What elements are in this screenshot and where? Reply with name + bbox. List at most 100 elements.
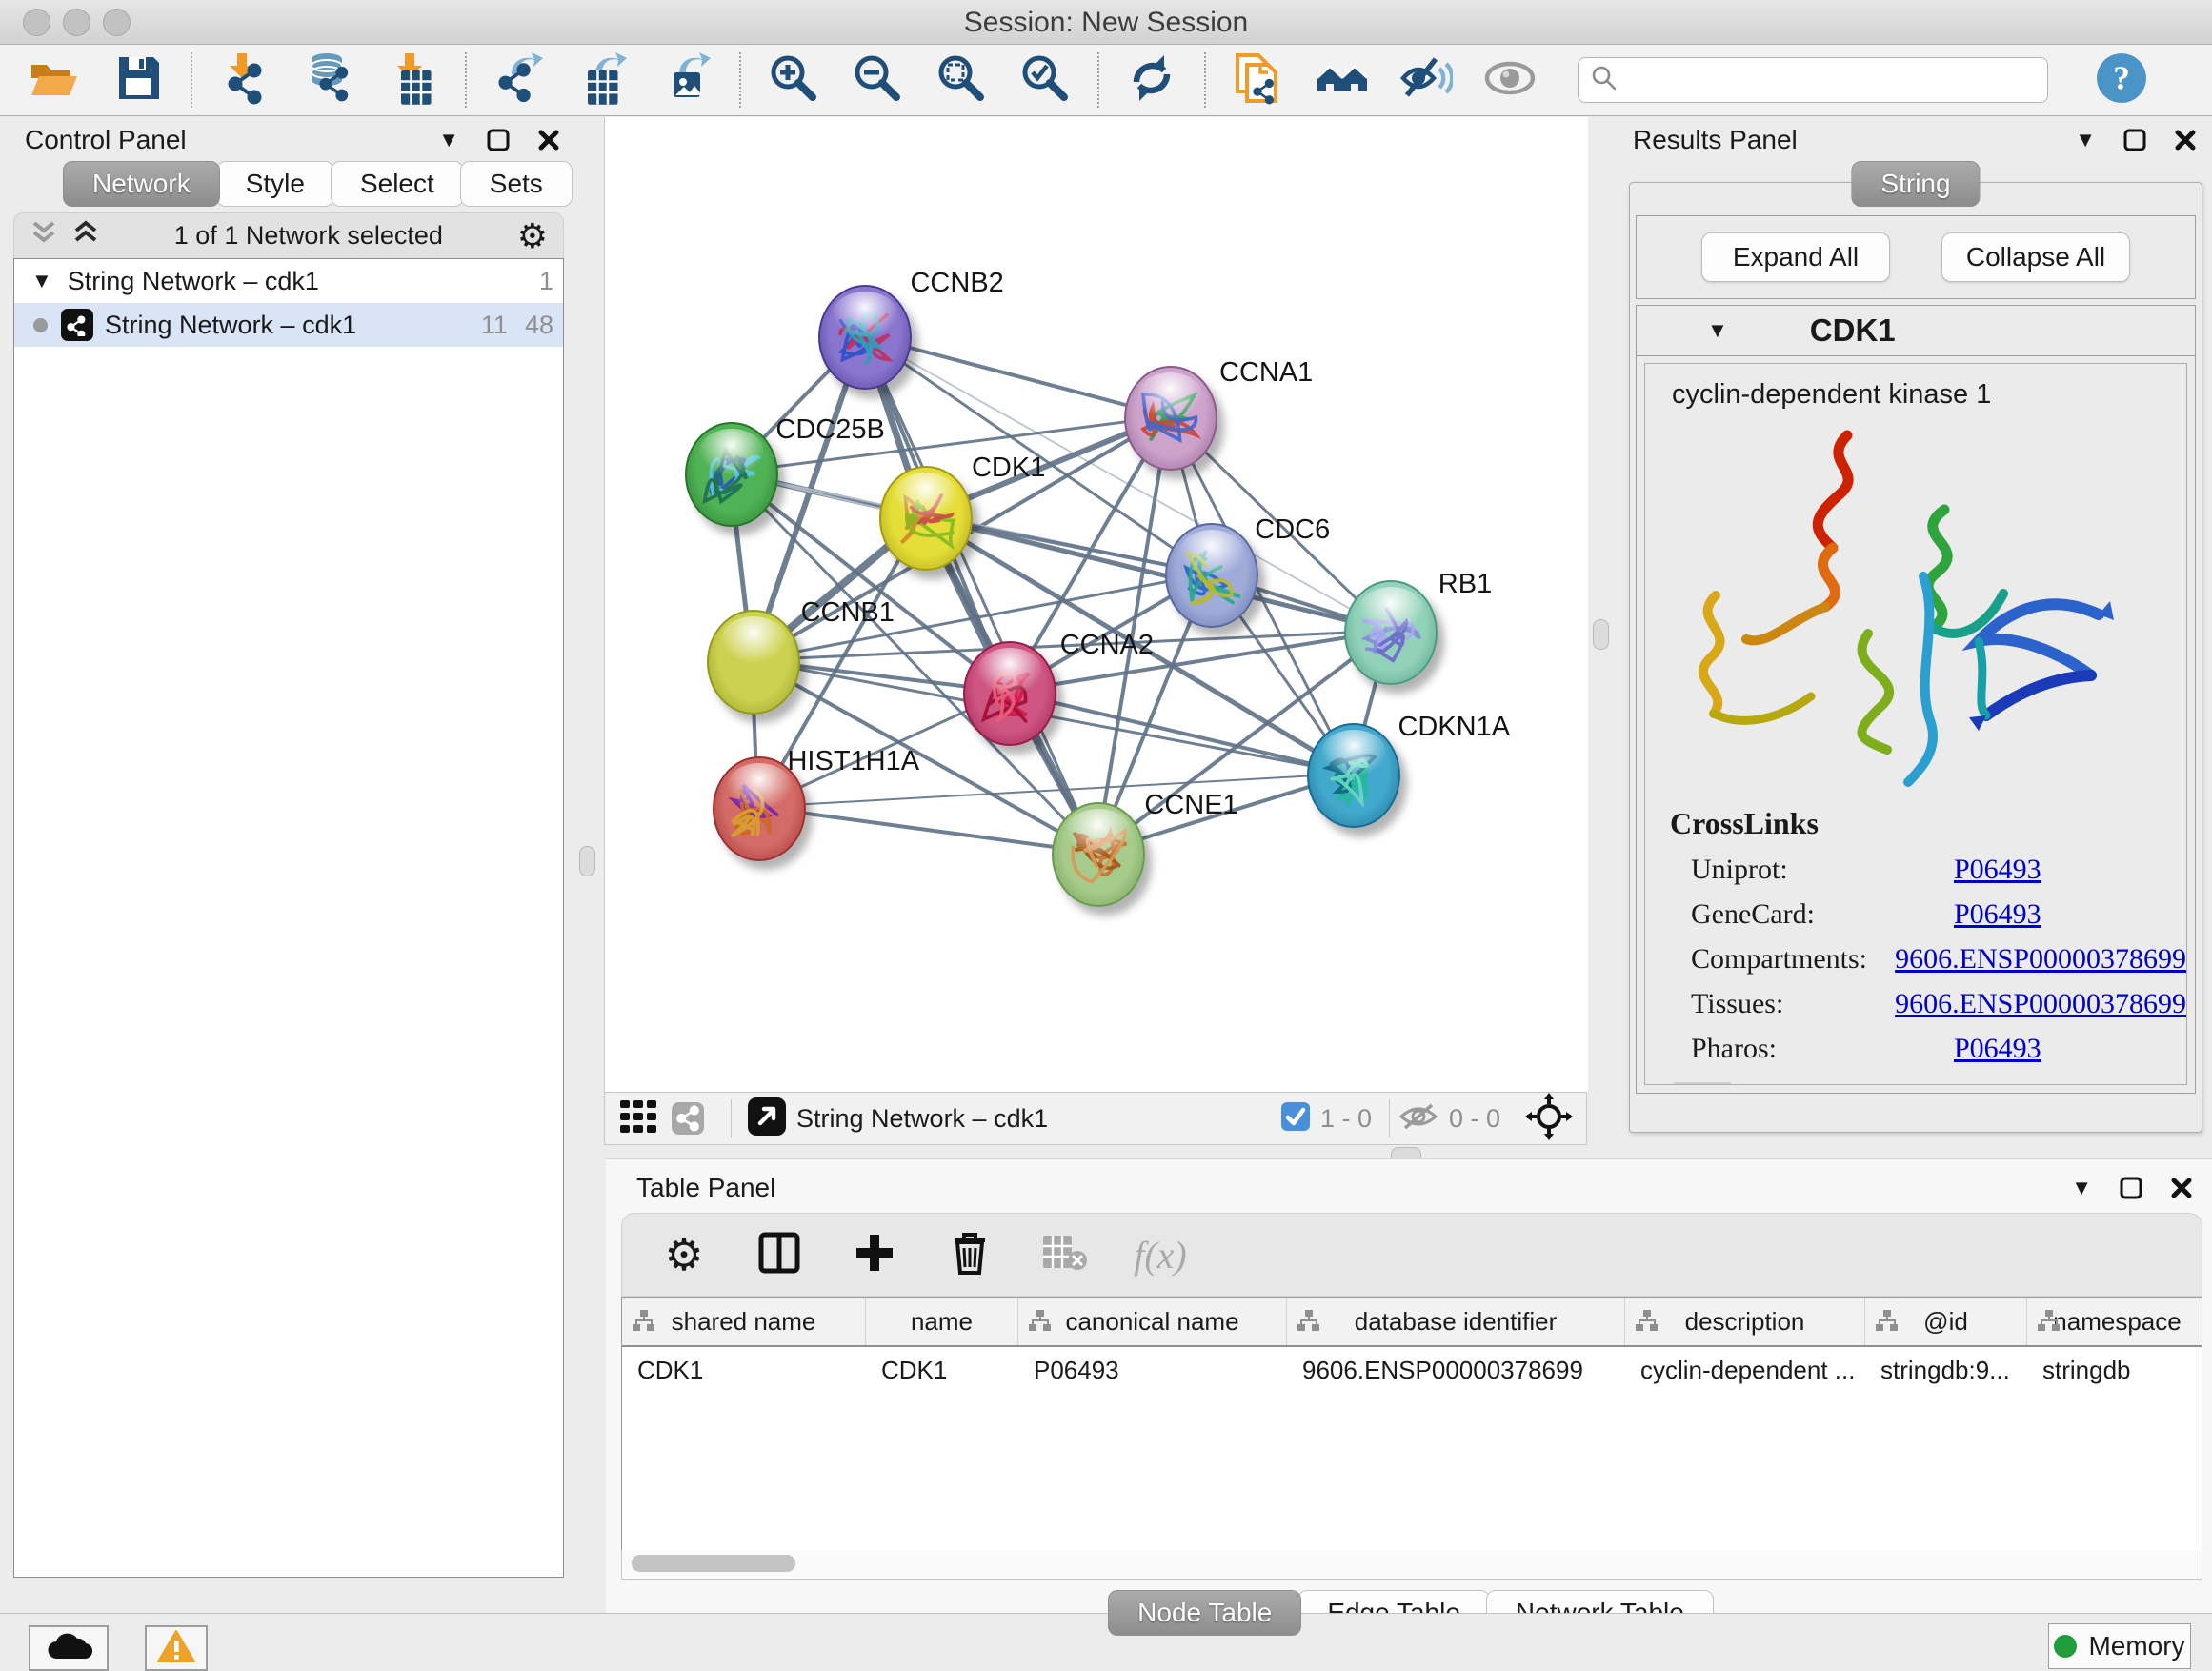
- results-panel-collapse-button[interactable]: ▼: [2075, 130, 2096, 151]
- birdseye-view-icon[interactable]: [1525, 1093, 1573, 1145]
- collection-expander-icon[interactable]: ▼: [31, 271, 52, 292]
- import-network-database-button[interactable]: [299, 50, 358, 110]
- column-header-description[interactable]: description: [1625, 1298, 1865, 1345]
- gene-section-header[interactable]: ▼ CDK1: [1637, 306, 2195, 356]
- table-row[interactable]: CDK1CDK1P064939606.ENSP00000378699cyclin…: [622, 1347, 2202, 1393]
- memory-status-dot: [2054, 1635, 2077, 1658]
- column-header-database-identifier[interactable]: database identifier: [1287, 1298, 1625, 1345]
- tab-node-table[interactable]: Node Table: [1108, 1590, 1301, 1636]
- table-settings-button[interactable]: ⚙: [656, 1227, 712, 1282]
- network-list-row[interactable]: ▼ String Network – cdk1 1: [14, 259, 563, 303]
- open-session-button[interactable]: [25, 50, 84, 110]
- import-network-database-icon: [302, 51, 355, 110]
- string-results-body: Expand All Collapse All ▼ CDK1 cyclin-de…: [1629, 182, 2202, 1133]
- import-table-button[interactable]: [383, 50, 442, 110]
- left-splitter-handle[interactable]: [579, 846, 595, 876]
- import-network-button[interactable]: [215, 50, 274, 110]
- tab-string[interactable]: String: [1851, 161, 1980, 207]
- refresh-button[interactable]: [1122, 50, 1181, 110]
- network-list-row[interactable]: String Network – cdk1 11 48: [14, 303, 563, 347]
- table-panel-close-button[interactable]: [2170, 1177, 2193, 1199]
- table-panel-float-button[interactable]: [2119, 1176, 2143, 1200]
- crosslink-label: Tissues:: [1691, 988, 1895, 1020]
- right-splitter-handle[interactable]: [1593, 619, 1609, 650]
- network-node-CCNB1[interactable]: [707, 610, 800, 715]
- selected-checkbox-icon[interactable]: [1280, 1101, 1311, 1137]
- zoom-fit-button[interactable]: [932, 50, 991, 110]
- network-options-gear-icon[interactable]: ⚙: [517, 219, 548, 253]
- column-header-namespace[interactable]: namespace: [2027, 1298, 2202, 1345]
- column-header-name[interactable]: name: [866, 1298, 1018, 1345]
- delete-column-button[interactable]: [942, 1227, 997, 1282]
- network-node-CCNA2[interactable]: [963, 641, 1056, 746]
- toolbar-separator: [739, 52, 741, 108]
- table-hscrollbar[interactable]: [621, 1550, 2202, 1580]
- network-status-dot: [33, 318, 48, 332]
- expand-all-networks-icon[interactable]: [71, 217, 100, 254]
- status-footer: Memory: [0, 1613, 2212, 1671]
- network-node-CCNE1[interactable]: [1052, 802, 1145, 907]
- network-view-canvas[interactable]: CCNB2CCNA1CDC25BCDK1CDC6RB1CCNB1CCNA2CDK…: [604, 117, 1588, 1092]
- crosslinks-scrollbar[interactable]: [1674, 1082, 1731, 1085]
- save-session-button[interactable]: [109, 50, 168, 110]
- column-header--id[interactable]: @id: [1865, 1298, 2027, 1345]
- network-node-CDC6[interactable]: [1165, 523, 1258, 628]
- network-node-CDK1[interactable]: [879, 466, 973, 571]
- crosslink-link[interactable]: 9606.ENSP00000378699: [1895, 988, 2186, 1020]
- search-input[interactable]: [1619, 60, 2047, 100]
- network-node-CCNA1[interactable]: [1124, 366, 1217, 471]
- network-share-view-icon[interactable]: [672, 1102, 704, 1135]
- network-node-CDC25B[interactable]: [685, 422, 778, 527]
- node-table: shared namenamecanonical namedatabase id…: [621, 1297, 2202, 1552]
- tab-network[interactable]: Network: [63, 161, 220, 207]
- zoom-selected-button[interactable]: [1016, 50, 1075, 110]
- crosslink-link[interactable]: P06493: [1954, 1033, 2041, 1065]
- open-in-window-icon[interactable]: [747, 1097, 787, 1141]
- grid-view-icon[interactable]: [618, 1097, 658, 1141]
- gene-collapse-icon[interactable]: ▼: [1707, 320, 1728, 341]
- network-node-CCNB2[interactable]: [818, 285, 912, 390]
- control-panel-close-button[interactable]: [537, 129, 560, 151]
- network-node-CDKN1A[interactable]: [1307, 723, 1400, 828]
- help-button[interactable]: ?: [2092, 50, 2151, 110]
- zoom-in-button[interactable]: [764, 50, 823, 110]
- crosslink-link[interactable]: P06493: [1954, 898, 2041, 931]
- zoom-out-button[interactable]: [848, 50, 907, 110]
- hidden-eye-icon[interactable]: [1398, 1099, 1439, 1138]
- string-home-button[interactable]: [1313, 50, 1372, 110]
- results-panel-close-button[interactable]: [2174, 129, 2197, 151]
- node-count: 11: [481, 311, 508, 340]
- add-column-button[interactable]: [847, 1227, 902, 1282]
- preview-eye-button[interactable]: [1480, 50, 1539, 110]
- table-panel-collapse-button[interactable]: ▼: [2071, 1178, 2092, 1198]
- results-panel-float-button[interactable]: [2122, 128, 2147, 152]
- tab-sets[interactable]: Sets: [460, 161, 573, 207]
- tab-select[interactable]: Select: [331, 161, 464, 207]
- crosslink-link[interactable]: 9606.ENSP00000378699: [1895, 943, 2186, 976]
- crosslink-link[interactable]: P06493: [1954, 854, 2041, 886]
- document-share-button[interactable]: [1229, 50, 1288, 110]
- column-header-canonical-name[interactable]: canonical name: [1018, 1298, 1287, 1345]
- collapse-all-networks-icon[interactable]: [30, 217, 58, 254]
- toggle-visibility-button[interactable]: [1397, 50, 1456, 110]
- split-columns-button[interactable]: [752, 1227, 807, 1282]
- expand-all-button[interactable]: Expand All: [1701, 232, 1890, 282]
- network-list-header: 1 of 1 Network selected ⚙: [13, 212, 564, 258]
- function-builder-icon: f(x): [1134, 1233, 1187, 1278]
- control-panel-float-button[interactable]: [486, 128, 511, 152]
- export-network-button[interactable]: [490, 50, 549, 110]
- export-image-button[interactable]: [657, 50, 716, 110]
- network-node-RB1[interactable]: [1344, 580, 1438, 685]
- cloud-button[interactable]: [29, 1625, 109, 1671]
- table-hscrollbar-thumb[interactable]: [632, 1555, 795, 1572]
- table-cell: P06493: [1018, 1356, 1287, 1385]
- export-table-button[interactable]: [573, 50, 633, 110]
- collapse-all-button[interactable]: Collapse All: [1941, 232, 2130, 282]
- control-panel-collapse-button[interactable]: ▼: [438, 130, 459, 151]
- zoom-in-icon: [767, 51, 820, 110]
- memory-button[interactable]: Memory: [2048, 1623, 2191, 1669]
- column-header-shared-name[interactable]: shared name: [622, 1298, 866, 1345]
- tab-style[interactable]: Style: [216, 161, 334, 207]
- export-network-icon: [493, 51, 546, 110]
- warning-button[interactable]: [145, 1625, 208, 1671]
